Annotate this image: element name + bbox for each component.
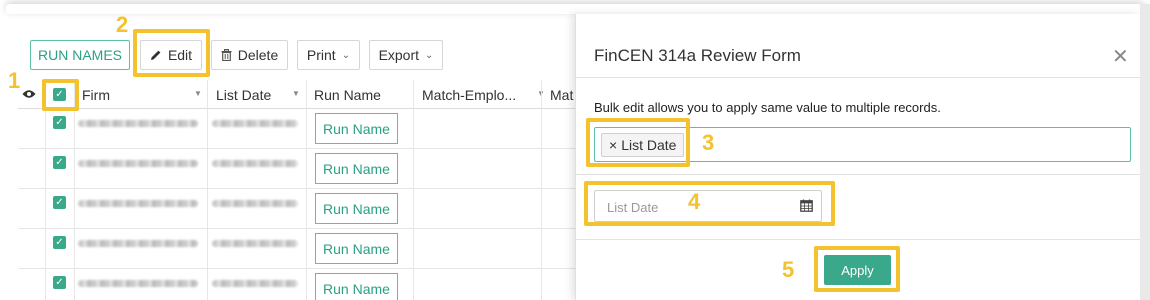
list-date-cell-redacted <box>212 240 298 247</box>
run-name-label: Run Name <box>323 200 390 217</box>
firm-cell-redacted <box>78 160 198 167</box>
export-dropdown[interactable]: Export ⌄ <box>369 40 443 70</box>
drawer-divider <box>576 174 1141 175</box>
run-name-button[interactable]: Run Name <box>315 233 398 264</box>
column-header-list-date[interactable]: List Date <box>216 80 271 109</box>
column-header-match[interactable]: Mat <box>550 80 573 109</box>
sort-icon[interactable]: ▼ <box>194 89 202 98</box>
run-name-label: Run Name <box>323 120 390 137</box>
column-header-firm[interactable]: Firm <box>82 80 110 109</box>
run-name-button[interactable]: Run Name <box>315 153 398 184</box>
firm-cell-redacted <box>78 200 198 207</box>
run-name-label: Run Name <box>323 280 390 297</box>
table-header: ✓ Firm ▼ List Date ▼ Run Name Match-Empl… <box>18 80 578 109</box>
step-4-number: 4 <box>688 189 701 214</box>
step-2-number: 2 <box>116 12 129 37</box>
firm-cell-redacted <box>78 120 198 127</box>
eye-icon[interactable] <box>22 89 36 99</box>
table-row[interactable]: ✓ Run Name <box>18 269 578 300</box>
drawer-divider <box>576 239 1141 240</box>
drawer-divider <box>576 77 1141 78</box>
apply-label: Apply <box>841 262 874 278</box>
table-row[interactable]: ✓ Run Name <box>18 109 578 149</box>
run-names-button[interactable]: RUN NAMES <box>30 40 130 70</box>
window-edge <box>1140 4 1150 300</box>
step-5-number: 5 <box>782 257 795 282</box>
run-name-header-label: Run Name <box>314 86 381 103</box>
run-name-button[interactable]: Run Name <box>315 113 398 144</box>
list-date-cell-redacted <box>212 160 298 167</box>
edit-button[interactable]: Edit <box>140 40 202 70</box>
window-top-shadow <box>6 4 1144 14</box>
row-checkbox[interactable]: ✓ <box>53 276 66 289</box>
bulk-edit-drawer: FinCEN 314a Review Form ✕ Bulk edit allo… <box>575 14 1141 300</box>
run-name-button[interactable]: Run Name <box>315 273 398 300</box>
firm-cell-redacted <box>78 280 198 287</box>
apply-button[interactable]: Apply <box>824 255 891 285</box>
match-header-label: Mat <box>550 86 574 103</box>
step-3-number: 3 <box>702 130 715 155</box>
chevron-down-icon: ⌄ <box>425 49 434 61</box>
selected-field-tag: × List Date <box>601 133 685 157</box>
app-window: RUN NAMES Edit Delete Print ⌄ Export ⌄ ✓ <box>0 0 1150 300</box>
list-date-cell-redacted <box>212 280 298 287</box>
sort-icon[interactable]: ▼ <box>292 89 300 98</box>
tag-label: List Date <box>621 137 677 153</box>
print-dropdown[interactable]: Print ⌄ <box>297 40 360 70</box>
row-checkbox[interactable]: ✓ <box>53 196 66 209</box>
step-1-number: 1 <box>8 68 21 93</box>
row-checkbox[interactable]: ✓ <box>53 156 66 169</box>
list-date-header-label: List Date <box>216 86 272 103</box>
edit-label: Edit <box>167 47 193 63</box>
print-label: Print <box>306 47 336 63</box>
list-date-cell-redacted <box>212 200 298 207</box>
list-date-field[interactable] <box>594 190 822 222</box>
table-row[interactable]: ✓ Run Name <box>18 189 578 229</box>
match-employee-header-label: Match-Emplo... <box>422 86 517 103</box>
pencil-icon <box>150 50 161 60</box>
drawer-title: FinCEN 314a Review Form <box>594 46 801 65</box>
table-row[interactable]: ✓ Run Name <box>18 149 578 189</box>
tag-remove-icon[interactable]: × <box>609 137 617 153</box>
run-names-label: RUN NAMES <box>37 47 122 63</box>
export-label: Export <box>378 47 420 63</box>
select-all-checkbox[interactable]: ✓ <box>53 88 66 101</box>
run-name-label: Run Name <box>323 160 390 177</box>
column-header-run-name[interactable]: Run Name <box>314 80 381 109</box>
close-icon[interactable]: ✕ <box>1112 44 1129 69</box>
trash-icon <box>221 49 232 61</box>
table-row[interactable]: ✓ Run Name <box>18 229 578 269</box>
bulk-edit-info: Bulk edit allows you to apply same value… <box>594 100 941 115</box>
run-name-button[interactable]: Run Name <box>315 193 398 224</box>
list-date-cell-redacted <box>212 120 298 127</box>
column-header-match-employee[interactable]: Match-Emplo... <box>422 80 516 109</box>
calendar-icon[interactable] <box>800 199 813 212</box>
run-name-label: Run Name <box>323 240 390 257</box>
chevron-down-icon: ⌄ <box>341 49 351 61</box>
row-checkbox[interactable]: ✓ <box>53 116 66 129</box>
delete-button[interactable]: Delete <box>211 40 288 70</box>
delete-label: Delete <box>237 47 279 63</box>
row-checkbox[interactable]: ✓ <box>53 236 66 249</box>
field-select-input[interactable]: × List Date <box>594 127 1131 162</box>
firm-cell-redacted <box>78 240 198 247</box>
firm-header-label: Firm <box>82 86 110 103</box>
